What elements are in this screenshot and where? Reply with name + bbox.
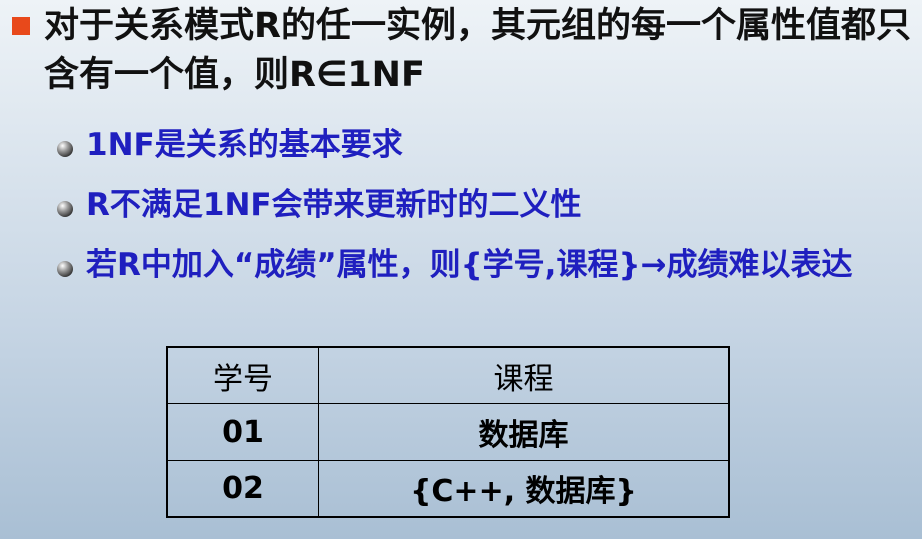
table-cell: 01 <box>166 403 319 461</box>
table-cell: 数据库 <box>318 403 730 461</box>
table-header-cell: 课程 <box>318 346 730 405</box>
table-cell: 02 <box>166 459 319 518</box>
table-row: 02 {C++, 数据库} <box>166 459 730 518</box>
table-header-cell: 学号 <box>166 346 319 405</box>
sub-point-1: 1NF是关系的基本要求 <box>86 127 403 163</box>
main-point: 对于关系模式R的任一实例，其元组的每一个属性值都只含有一个值，则R∈1NF <box>44 6 911 95</box>
table-header-row: 学号 课程 <box>166 346 730 405</box>
main-bullet-square <box>12 17 30 35</box>
table-cell: {C++, 数据库} <box>318 459 730 518</box>
sub-bullet-1 <box>57 141 73 157</box>
sub-bullet-3 <box>57 261 73 277</box>
relation-table: 学号 课程 01 数据库 02 {C++, 数据库} <box>166 346 730 518</box>
sub-bullet-2 <box>57 201 73 217</box>
sub-point-3: 若R中加入“成绩”属性，则{学号,课程}→成绩难以表达 <box>86 247 853 283</box>
table-row: 01 数据库 <box>166 403 730 461</box>
sub-point-2: R不满足1NF会带来更新时的二义性 <box>86 187 582 223</box>
